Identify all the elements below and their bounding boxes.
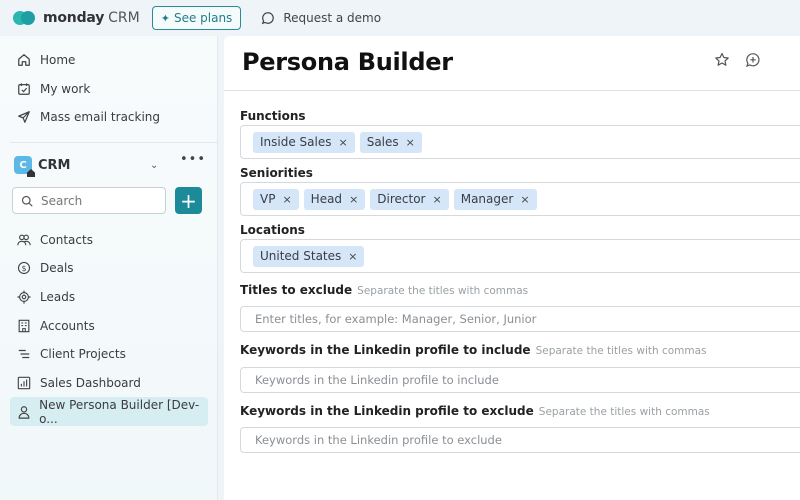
sidebar-item-label: My work bbox=[40, 82, 91, 96]
remove-tag-icon[interactable]: × bbox=[348, 250, 357, 263]
sparkle-icon: ✦ bbox=[160, 11, 170, 25]
keywords-exclude-hint: Separate the titles with commas bbox=[538, 406, 710, 418]
sidebar-item-mass-email-tracking[interactable]: Mass email tracking bbox=[10, 104, 208, 130]
see-plans-label: See plans bbox=[173, 11, 233, 25]
tag-director: Director × bbox=[370, 188, 449, 210]
keywords-include-hint: Separate the titles with commas bbox=[535, 345, 707, 357]
chevron-down-icon[interactable]: ⌄ bbox=[150, 160, 158, 171]
sidebar-divider bbox=[10, 142, 217, 143]
request-demo-label: Request a demo bbox=[283, 11, 382, 25]
sidebar-item-label: Deals bbox=[40, 261, 74, 275]
star-icon[interactable] bbox=[714, 52, 730, 68]
calendar-check-icon bbox=[16, 81, 32, 97]
tag-united-states: United States × bbox=[253, 245, 365, 267]
top-bar: monday CRM ✦ See plans Request a demo bbox=[0, 0, 800, 36]
home-icon bbox=[16, 52, 32, 68]
list-icon bbox=[16, 346, 32, 362]
sidebar-item-label: Accounts bbox=[40, 319, 95, 333]
functions-field[interactable]: Inside Sales × Sales × bbox=[240, 125, 800, 159]
search-placeholder: Search bbox=[41, 193, 83, 208]
remove-tag-icon[interactable]: × bbox=[282, 193, 291, 206]
more-options-icon[interactable]: ••• bbox=[180, 152, 206, 167]
tag-sales: Sales × bbox=[359, 131, 422, 153]
page-header: Persona Builder bbox=[224, 36, 800, 91]
titles-exclude-hint: Separate the titles with commas bbox=[357, 285, 529, 297]
tag-manager: Manager × bbox=[453, 188, 537, 210]
send-icon bbox=[16, 109, 32, 125]
titles-exclude-placeholder: Enter titles, for example: Manager, Seni… bbox=[255, 312, 537, 326]
search-icon bbox=[21, 195, 33, 207]
see-plans-button[interactable]: ✦ See plans bbox=[151, 6, 242, 30]
remove-tag-icon[interactable]: × bbox=[520, 193, 529, 206]
chart-icon bbox=[16, 375, 32, 391]
keywords-include-input[interactable]: Keywords in the Linkedin profile to incl… bbox=[240, 367, 800, 393]
titles-exclude-label: Titles to exclude Separate the titles wit… bbox=[240, 283, 529, 297]
request-demo-button[interactable]: Request a demo bbox=[261, 11, 381, 25]
sidebar-search-input[interactable]: Search bbox=[12, 187, 166, 214]
add-item-button[interactable]: + bbox=[175, 187, 202, 214]
chat-bubble-icon bbox=[262, 12, 275, 25]
add-update-icon[interactable] bbox=[745, 52, 761, 68]
dollar-icon: $ bbox=[16, 260, 32, 276]
sidebar-item-home[interactable]: Home bbox=[10, 47, 208, 73]
sidebar-item-label: Home bbox=[40, 53, 76, 67]
sidebar-item-new-persona-builder[interactable]: New Persona Builder [Dev-o... bbox=[10, 397, 208, 426]
tag-inside-sales: Inside Sales × bbox=[253, 131, 355, 153]
brand-product: CRM bbox=[108, 10, 140, 26]
sidebar-item-label: Mass email tracking bbox=[40, 110, 161, 124]
brand-name: monday bbox=[43, 10, 105, 26]
sidebar-item-leads[interactable]: Leads bbox=[10, 284, 208, 310]
sidebar-item-accounts[interactable]: Accounts bbox=[10, 313, 208, 339]
tag-head: Head × bbox=[303, 188, 366, 210]
contacts-icon bbox=[16, 232, 32, 248]
tag-vp: VP × bbox=[253, 188, 299, 210]
person-icon bbox=[16, 404, 31, 420]
sidebar: Home My work Mass email tracking C CRM ⌄… bbox=[0, 36, 218, 500]
brand-logo[interactable]: monday CRM bbox=[13, 10, 140, 26]
remove-tag-icon[interactable]: × bbox=[349, 193, 358, 206]
workspace-name: CRM bbox=[38, 157, 71, 173]
sidebar-item-deals[interactable]: $ Deals bbox=[10, 255, 208, 281]
main-panel: Persona Builder Functions Inside Sales × … bbox=[224, 36, 800, 500]
workspace-icon: C bbox=[14, 156, 35, 177]
keywords-exclude-label: Keywords in the Linkedin profile to excl… bbox=[240, 404, 710, 418]
locations-field[interactable]: United States × bbox=[240, 239, 800, 273]
sidebar-item-label: Contacts bbox=[40, 233, 93, 247]
titles-exclude-input[interactable]: Enter titles, for example: Manager, Seni… bbox=[240, 306, 800, 332]
target-icon bbox=[16, 289, 32, 305]
sidebar-item-contacts[interactable]: Contacts bbox=[10, 227, 208, 253]
remove-tag-icon[interactable]: × bbox=[338, 136, 347, 149]
building-icon bbox=[16, 318, 32, 334]
sidebar-item-client-projects[interactable]: Client Projects bbox=[10, 341, 208, 367]
seniorities-label: Seniorities bbox=[240, 166, 313, 180]
monday-logo-icon bbox=[13, 11, 35, 25]
page-title: Persona Builder bbox=[242, 48, 453, 76]
remove-tag-icon[interactable]: × bbox=[406, 136, 415, 149]
svg-text:$: $ bbox=[21, 264, 26, 273]
sidebar-item-label: Client Projects bbox=[40, 347, 126, 361]
keywords-include-placeholder: Keywords in the Linkedin profile to incl… bbox=[255, 373, 499, 387]
sidebar-item-label: New Persona Builder [Dev-o... bbox=[39, 397, 200, 426]
locations-label: Locations bbox=[240, 223, 305, 237]
workspace-selector[interactable]: C CRM ⌄ ••• bbox=[14, 152, 205, 177]
sidebar-item-label: Leads bbox=[40, 290, 76, 304]
sidebar-item-my-work[interactable]: My work bbox=[10, 76, 208, 102]
seniorities-field[interactable]: VP × Head × Director × Manager × bbox=[240, 182, 800, 216]
keywords-exclude-placeholder: Keywords in the Linkedin profile to excl… bbox=[255, 433, 502, 447]
sidebar-item-label: Sales Dashboard bbox=[40, 376, 141, 390]
functions-label: Functions bbox=[240, 109, 306, 123]
sidebar-item-sales-dashboard[interactable]: Sales Dashboard bbox=[10, 370, 208, 396]
keywords-include-label: Keywords in the Linkedin profile to incl… bbox=[240, 343, 707, 357]
keywords-exclude-input[interactable]: Keywords in the Linkedin profile to excl… bbox=[240, 427, 800, 453]
remove-tag-icon[interactable]: × bbox=[433, 193, 442, 206]
